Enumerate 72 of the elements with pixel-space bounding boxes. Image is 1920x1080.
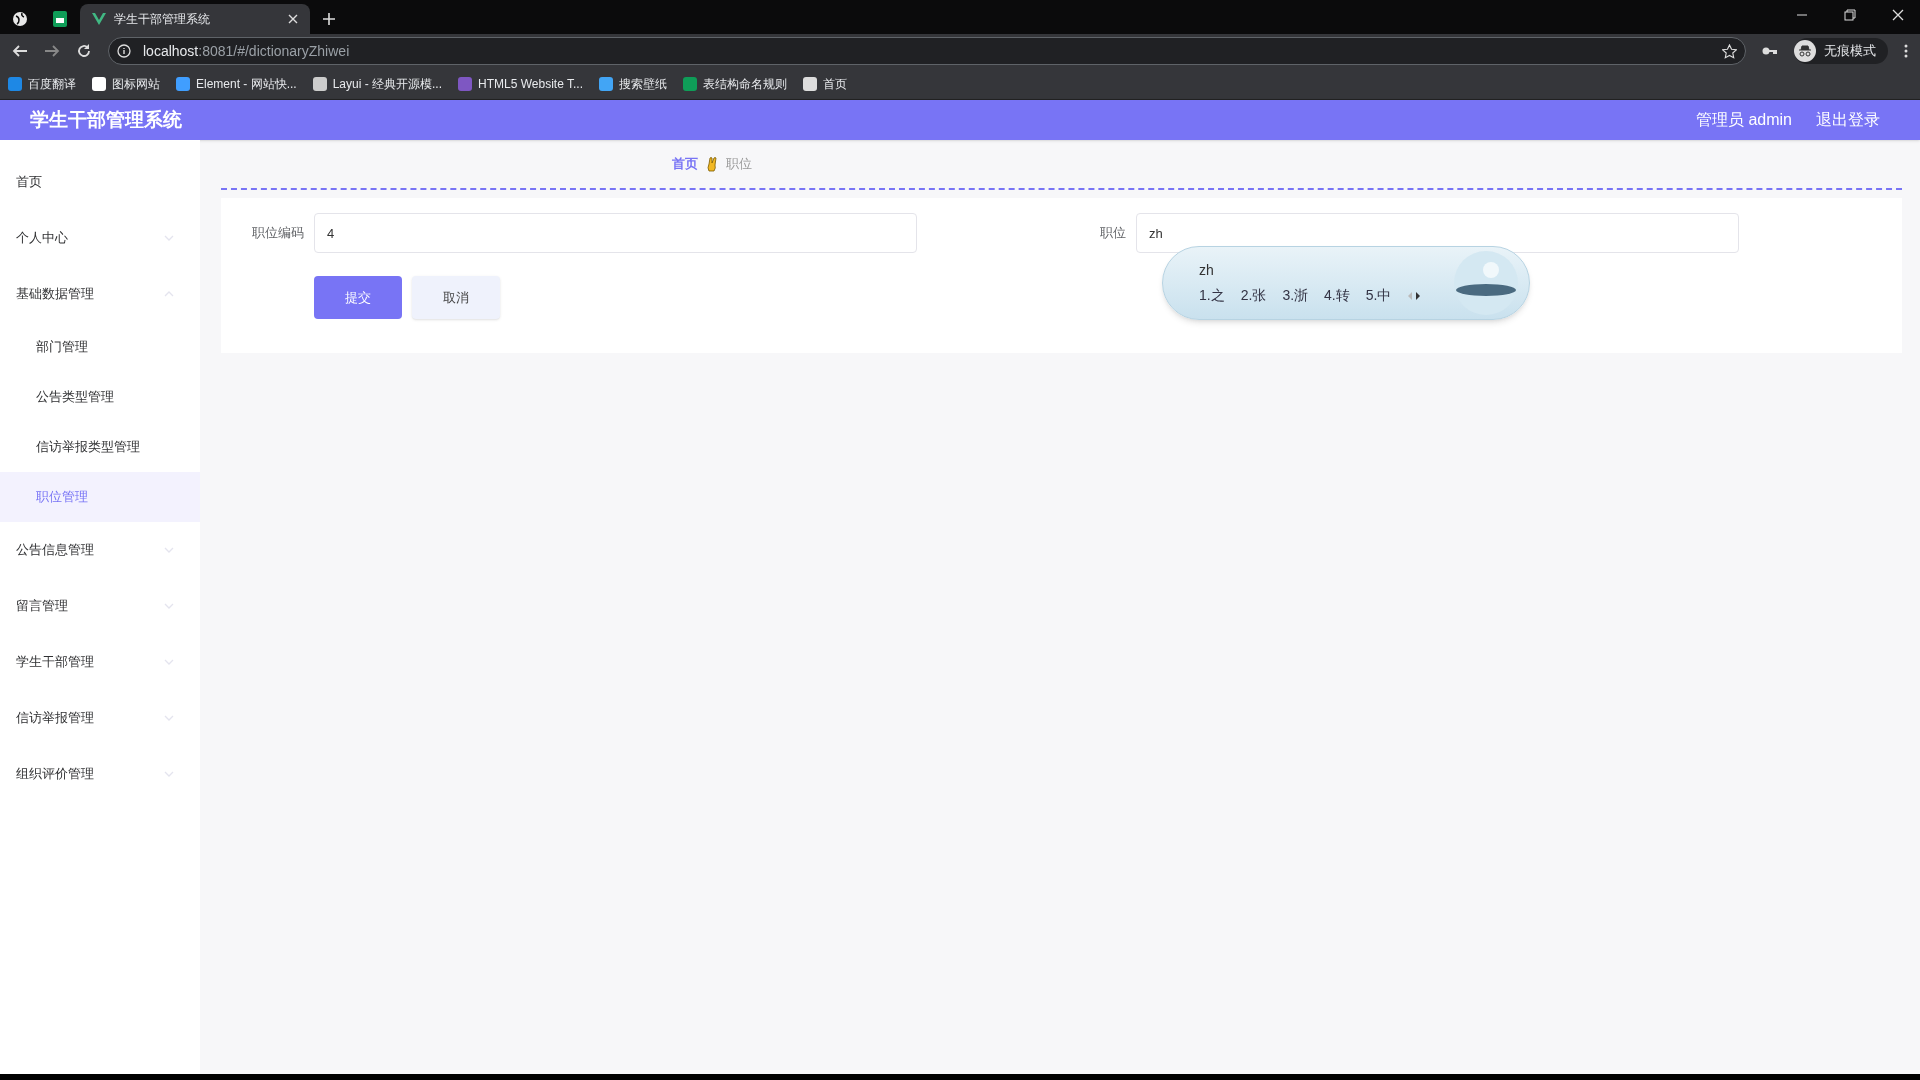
incognito-badge[interactable]: 无痕模式 [1794, 38, 1888, 64]
breadcrumb-item[interactable]: 首页 [672, 154, 698, 174]
sidebar-item[interactable]: 职位管理 [0, 472, 200, 522]
bookmark[interactable]: Layui - 经典开源模... [312, 74, 443, 93]
forward-icon[interactable] [44, 43, 60, 59]
close-tab-icon[interactable] [288, 14, 298, 24]
restore-icon[interactable] [1844, 9, 1856, 21]
sidebar-item[interactable]: 个人中心 [0, 210, 200, 266]
bookmark-icon [458, 76, 473, 91]
user-label: 管理员 admin [1695, 110, 1792, 130]
bookmark-icon [176, 76, 190, 91]
ime-candidate[interactable]: 5.中 [1365, 285, 1392, 306]
bookmark[interactable]: HTML5 Website T... [458, 74, 583, 93]
bookmark[interactable]: Element - 网站快... [176, 74, 297, 93]
field-label: 职位 [1099, 224, 1126, 243]
cancel-button[interactable]: 取消 [412, 276, 500, 319]
sidebar-item[interactable]: 首页 [0, 154, 200, 210]
hand-icon [706, 156, 718, 172]
ime-candidate[interactable]: 2.张 [1240, 285, 1267, 306]
address-bar[interactable]: localhost:8081/#/dictionaryZhiwei [108, 37, 1746, 65]
app-title: 学生干部管理系统 [30, 107, 182, 132]
chevron-icon [164, 771, 174, 777]
bookmark-icon [312, 76, 327, 91]
logout-link[interactable]: 退出登录 [1816, 108, 1880, 132]
sidebar-item[interactable]: 信访举报管理 [0, 690, 200, 746]
browser-tab[interactable]: 学生干部管理系统 [80, 4, 310, 34]
page-arrows-icon[interactable] [1407, 290, 1422, 301]
bookmark[interactable]: 搜索壁纸 [599, 74, 667, 93]
ime-composition: zh [1199, 261, 1215, 280]
bookmark-icon [92, 76, 106, 91]
ime-candidate[interactable]: 3.浙 [1282, 285, 1309, 306]
sidebar-item[interactable]: 留言管理 [0, 578, 200, 634]
star-icon[interactable] [1722, 43, 1737, 59]
chevron-icon [164, 603, 174, 609]
sidebar-item[interactable]: 公告类型管理 [0, 372, 200, 422]
bookmark-icon [8, 76, 22, 91]
sidebar-item[interactable]: 部门管理 [0, 322, 200, 372]
back-icon[interactable] [12, 43, 28, 59]
input-field[interactable]: 4 [314, 213, 917, 253]
bookmark[interactable]: 图标网站 [92, 74, 160, 93]
sidebar-item[interactable]: 信访举报类型管理 [0, 422, 200, 472]
vue-logo-icon [92, 13, 106, 25]
bookmark-icon [599, 76, 613, 91]
ime-candidate[interactable]: 4.转 [1324, 285, 1350, 306]
bookmark[interactable]: 表结构命名规则 [683, 74, 787, 93]
field-label: 职位编码 [251, 224, 304, 243]
new-tab-icon[interactable] [322, 12, 336, 26]
sidebar-item[interactable]: 公告信息管理 [0, 522, 200, 578]
sidebar-item[interactable]: 组织评价管理 [0, 746, 200, 802]
submit-button[interactable]: 提交 [314, 276, 402, 319]
ime-candidate[interactable]: 1.之 [1199, 285, 1225, 306]
chevron-icon [164, 547, 174, 553]
globe-icon[interactable] [12, 11, 28, 27]
url-text: localhost:8081/#/dictionaryZhiwei [143, 41, 350, 61]
key-icon[interactable] [1762, 46, 1778, 56]
chevron-icon [164, 235, 174, 241]
chevron-icon [164, 291, 174, 297]
bookmark-icon [683, 76, 697, 91]
close-icon[interactable] [1892, 9, 1904, 21]
more-icon[interactable] [1904, 44, 1908, 58]
bookmark[interactable]: 首页 [803, 74, 847, 93]
sidebar-item[interactable]: 学生干部管理 [0, 634, 200, 690]
reload-icon[interactable] [76, 43, 92, 59]
sidebar-item[interactable]: 基础数据管理 [0, 266, 200, 322]
chevron-icon [164, 659, 174, 665]
info-icon [117, 44, 131, 58]
spreadsheet-icon[interactable] [53, 11, 67, 27]
bookmark[interactable]: 百度翻译 [8, 74, 76, 93]
bookmark-icon [803, 76, 817, 91]
incognito-icon [1794, 40, 1816, 62]
chevron-icon [164, 715, 174, 721]
profile-label: 无痕模式 [1824, 42, 1876, 61]
